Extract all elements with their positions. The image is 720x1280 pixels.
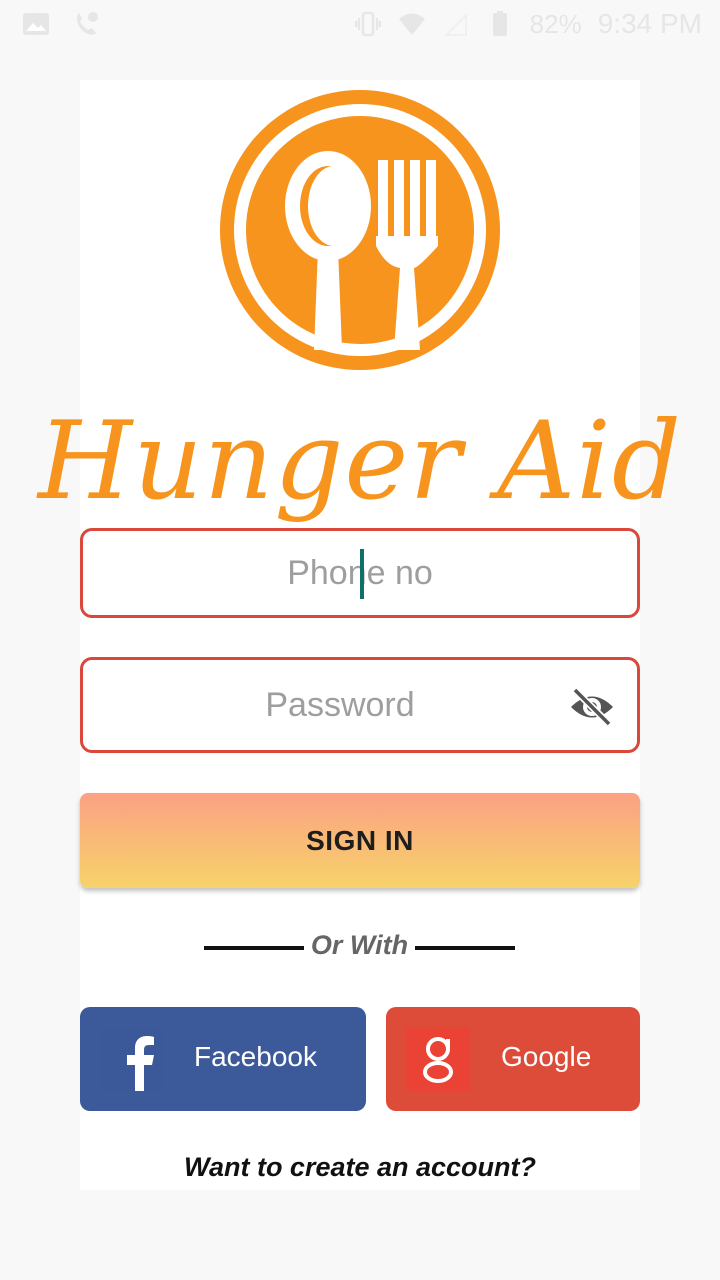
divider-line-right — [415, 946, 515, 950]
or-with-label: Or With — [310, 930, 409, 960]
spoon-fork-logo — [220, 90, 500, 370]
image-icon — [23, 13, 49, 35]
password-input[interactable] — [83, 660, 637, 750]
facebook-label: Facebook — [194, 1041, 317, 1072]
divider-line-left — [204, 946, 304, 950]
google-label: Google — [501, 1041, 592, 1072]
battery-icon — [492, 11, 507, 36]
sign-in-button[interactable]: SIGN IN — [80, 793, 640, 888]
google-button[interactable]: Google — [386, 1007, 640, 1111]
create-account-link[interactable]: Want to create an account? — [0, 1152, 720, 1183]
vibrate-icon — [354, 11, 381, 37]
or-divider: Or With — [0, 928, 720, 968]
facebook-icon — [100, 1027, 164, 1091]
eye-off-icon[interactable] — [569, 686, 615, 728]
phone-field[interactable] — [80, 528, 640, 618]
text-cursor — [360, 549, 364, 599]
clock: 9:34 PM — [597, 8, 702, 39]
google-icon — [406, 1027, 470, 1091]
wifi-icon — [398, 13, 425, 35]
app-title: Hunger Aid — [38, 399, 682, 524]
facebook-button[interactable]: Facebook — [80, 1007, 366, 1111]
password-field[interactable] — [80, 657, 640, 753]
battery-percent: 82% — [529, 8, 582, 39]
signal-icon — [443, 13, 467, 36]
phone-icon — [77, 12, 98, 35]
status-bar: 82% 9:34 PM — [0, 0, 720, 50]
